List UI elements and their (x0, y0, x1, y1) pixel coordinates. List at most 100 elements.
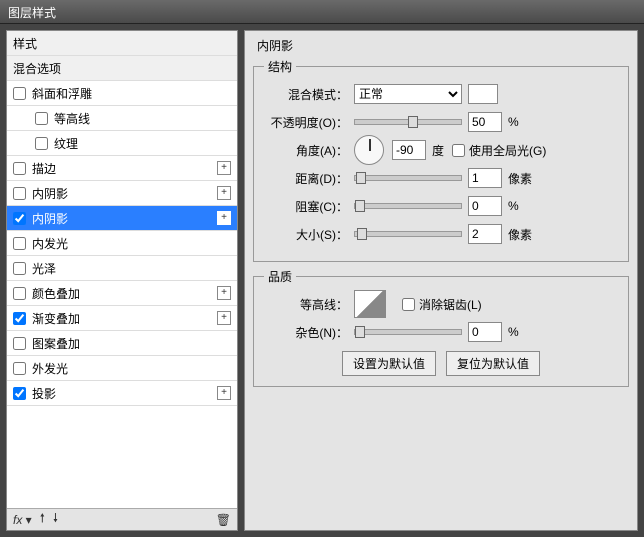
style-checkbox[interactable] (13, 337, 26, 350)
choke-input[interactable] (468, 196, 502, 216)
contour-label: 等高线： (264, 296, 354, 313)
style-checkbox[interactable] (35, 112, 48, 125)
style-item-label: 外发光 (32, 360, 68, 377)
style-item[interactable]: 渐变叠加 + (7, 306, 237, 331)
add-effect-icon[interactable]: + (217, 286, 231, 300)
choke-slider[interactable] (354, 203, 462, 209)
panel-title: 内阴影 (257, 37, 629, 54)
noise-input[interactable] (468, 322, 502, 342)
settings-panel: 内阴影 结构 混合模式： 正常 不透明度(O)： % 角度 (244, 30, 638, 531)
style-checkbox[interactable] (13, 387, 26, 400)
titlebar: 图层样式 (0, 0, 644, 24)
quality-group: 品质 等高线： 消除锯齿(L) 杂色(N)： % 设置为默认值 (253, 268, 629, 387)
style-item[interactable]: 内阴影 + (7, 206, 237, 231)
styles-list: 样式 混合选项 斜面和浮雕等高线纹理描边+内阴影+内阴影+内发光光泽颜色叠加+渐… (7, 31, 237, 508)
blend-mode-select[interactable]: 正常 (354, 84, 462, 104)
noise-row: 杂色(N)： % (264, 321, 618, 343)
blend-options-label: 混合选项 (13, 60, 61, 77)
global-light-label: 使用全局光(G) (469, 142, 546, 159)
fx-menu[interactable]: fx ▾ (13, 513, 32, 527)
antialias-label: 消除锯齿(L) (419, 296, 482, 313)
style-item-label: 投影 (32, 385, 56, 402)
size-input[interactable] (468, 224, 502, 244)
style-item-label: 等高线 (54, 110, 90, 127)
style-checkbox[interactable] (13, 287, 26, 300)
style-checkbox[interactable] (13, 212, 26, 225)
contour-picker[interactable] (354, 290, 386, 318)
move-down-icon[interactable]: 🠗 (53, 509, 58, 530)
delete-icon[interactable]: 🗑 (216, 513, 231, 527)
style-item-label: 颜色叠加 (32, 285, 80, 302)
style-item-label: 内阴影 (32, 210, 68, 227)
angle-unit: 度 (432, 142, 444, 159)
make-default-button[interactable]: 设置为默认值 (342, 351, 436, 376)
shadow-color-swatch[interactable] (468, 84, 498, 104)
style-item[interactable]: 纹理 (7, 131, 237, 156)
blend-mode-row: 混合模式： 正常 (264, 83, 618, 105)
style-checkbox[interactable] (35, 137, 48, 150)
distance-label: 距离(D)： (264, 170, 354, 187)
styles-header-label: 样式 (13, 35, 37, 52)
choke-unit: % (508, 199, 519, 213)
global-light-checkbox[interactable] (452, 144, 465, 157)
style-checkbox[interactable] (13, 237, 26, 250)
noise-slider[interactable] (354, 329, 462, 335)
style-item-label: 描边 (32, 160, 56, 177)
blend-mode-label: 混合模式： (264, 86, 354, 103)
style-checkbox[interactable] (13, 87, 26, 100)
contour-row: 等高线： 消除锯齿(L) (264, 293, 618, 315)
add-effect-icon[interactable]: + (217, 211, 231, 225)
angle-dial[interactable] (354, 135, 384, 165)
style-item-label: 渐变叠加 (32, 310, 80, 327)
noise-unit: % (508, 325, 519, 339)
antialias-option[interactable]: 消除锯齿(L) (402, 296, 482, 313)
add-effect-icon[interactable]: + (217, 161, 231, 175)
opacity-label: 不透明度(O)： (264, 114, 354, 131)
move-up-icon[interactable]: 🠕 (40, 509, 45, 530)
size-slider[interactable] (354, 231, 462, 237)
angle-row: 角度(A)： 度 使用全局光(G) (264, 139, 618, 161)
angle-label: 角度(A)： (264, 142, 354, 159)
dialog-content: 样式 混合选项 斜面和浮雕等高线纹理描边+内阴影+内阴影+内发光光泽颜色叠加+渐… (0, 24, 644, 537)
style-item[interactable]: 投影 + (7, 381, 237, 406)
distance-row: 距离(D)： 像素 (264, 167, 618, 189)
blend-options-header[interactable]: 混合选项 (7, 56, 237, 81)
style-item[interactable]: 颜色叠加 + (7, 281, 237, 306)
add-effect-icon[interactable]: + (217, 186, 231, 200)
styles-panel: 样式 混合选项 斜面和浮雕等高线纹理描边+内阴影+内阴影+内发光光泽颜色叠加+渐… (6, 30, 238, 531)
opacity-row: 不透明度(O)： % (264, 111, 618, 133)
size-label: 大小(S)： (264, 226, 354, 243)
structure-legend: 结构 (264, 58, 296, 75)
style-item[interactable]: 描边 + (7, 156, 237, 181)
style-checkbox[interactable] (13, 312, 26, 325)
style-item[interactable]: 斜面和浮雕 (7, 81, 237, 106)
style-item-label: 内发光 (32, 235, 68, 252)
opacity-input[interactable] (468, 112, 502, 132)
add-effect-icon[interactable]: + (217, 311, 231, 325)
style-item[interactable]: 外发光 (7, 356, 237, 381)
style-checkbox[interactable] (13, 162, 26, 175)
style-item-label: 图案叠加 (32, 335, 80, 352)
style-checkbox[interactable] (13, 362, 26, 375)
distance-slider[interactable] (354, 175, 462, 181)
global-light-option[interactable]: 使用全局光(G) (452, 142, 546, 159)
style-item[interactable]: 内阴影 + (7, 181, 237, 206)
style-item[interactable]: 内发光 (7, 231, 237, 256)
style-item[interactable]: 光泽 (7, 256, 237, 281)
opacity-slider[interactable] (354, 119, 462, 125)
style-item[interactable]: 等高线 (7, 106, 237, 131)
styles-header[interactable]: 样式 (7, 31, 237, 56)
style-checkbox[interactable] (13, 187, 26, 200)
style-item[interactable]: 图案叠加 (7, 331, 237, 356)
add-effect-icon[interactable]: + (217, 386, 231, 400)
fx-label: fx (13, 513, 22, 527)
distance-input[interactable] (468, 168, 502, 188)
reset-default-button[interactable]: 复位为默认值 (446, 351, 540, 376)
style-item-label: 内阴影 (32, 185, 68, 202)
size-row: 大小(S)： 像素 (264, 223, 618, 245)
angle-input[interactable] (392, 140, 426, 160)
style-item-label: 斜面和浮雕 (32, 85, 92, 102)
antialias-checkbox[interactable] (402, 298, 415, 311)
choke-row: 阻塞(C)： % (264, 195, 618, 217)
style-checkbox[interactable] (13, 262, 26, 275)
